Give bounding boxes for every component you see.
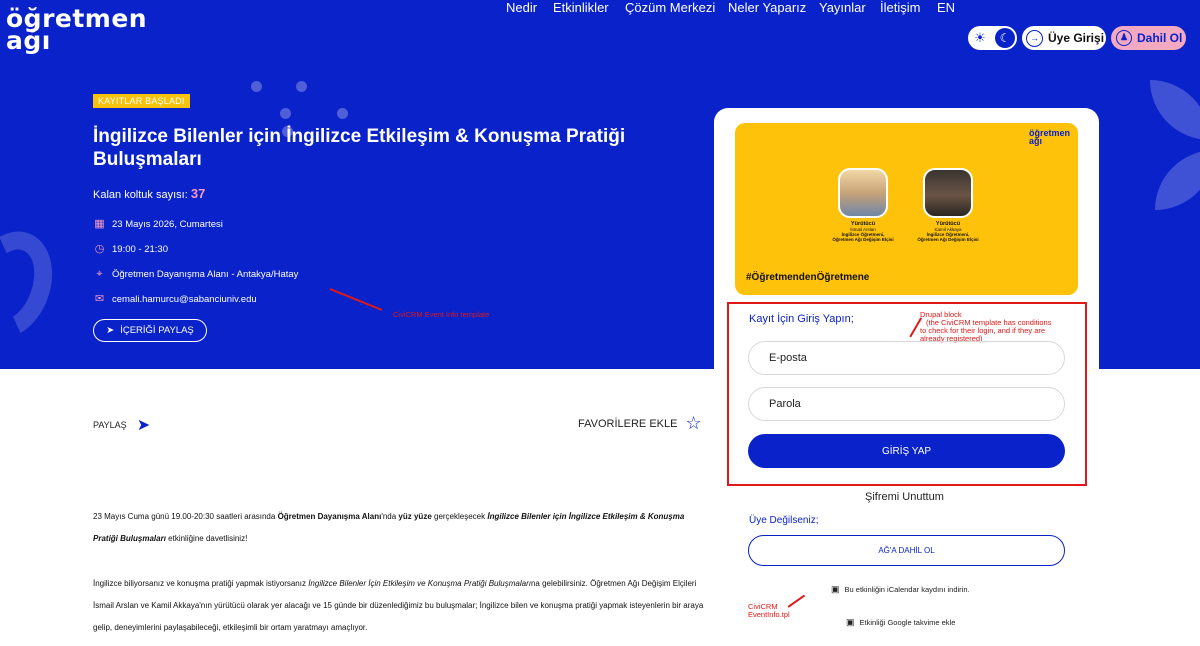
google-calendar-link[interactable]: ▣ Etkinliği Google takvime ekle [846,617,955,628]
decorative-dot [251,81,262,92]
login-button[interactable]: → Üye Girişi [1022,26,1106,50]
share-content-label: İÇERİĞİ PAYLAŞ [120,325,194,336]
moon-icon: ☾ [995,28,1015,48]
calendar-icon: ▣ [846,617,855,627]
share-row[interactable]: PAYLAŞ ➤ [93,415,150,435]
nav-item-etkinlikler[interactable]: Etkinlikler [553,0,609,15]
share-content-button[interactable]: ➤ İÇERİĞİ PAYLAŞ [93,319,207,342]
calendar-icon: ▣ [831,584,840,594]
desc-bold: yüz yüze [398,512,432,521]
person-title: Öğretmen Ağı Değişim Elçisi [917,237,979,242]
nav-item-iletisim[interactable]: İletişim [880,0,920,15]
sun-icon: ☀ [974,30,986,45]
desc-text: İngilizce biliyorsanız ve konuşma pratiğ… [93,579,309,588]
poster-logo-line-2: ağı [1028,136,1042,146]
event-time-text: 19:00 - 21:30 [112,244,168,255]
event-date: ▦ 23 Mayıs 2026, Cumartesi [93,218,223,231]
decorative-petal [1155,150,1200,210]
event-description-p2: İngilizce biliyorsanız ve konuşma pratiğ… [93,573,705,639]
logo-line-2: ağı [6,26,51,55]
event-poster: öğretmen ağı Yürütücü İsmail Arslan İngi… [735,123,1078,295]
location-icon: ⌖ [96,268,103,280]
event-date-text: 23 Mayıs 2026, Cumartesi [112,219,223,230]
desc-text: etkinliğine davetlisiniz! [165,534,248,543]
send-icon: ➤ [136,417,151,434]
poster-person: Yürütücü İsmail Arslan İngilizce Öğretme… [828,168,898,242]
event-email-text[interactable]: cemali.hamurcu@sabanciuniv.edu [112,294,257,305]
annotation-event-info: CiviCRM Event Info template [393,310,490,319]
clock-icon: ◷ [94,243,105,255]
desc-italic: İngilizce Bilenler İçin Etkileşim ve Kon… [308,579,531,588]
annotation-drupal-block: Drupal block (the CiviCRM template has c… [920,311,1051,343]
person-photo [838,168,888,218]
event-description-p1: 23 Mayıs Cuma günü 19.00-20:30 saatleri … [93,506,705,550]
event-location: ⌖ Öğretmen Dayanışma Alanı - Antakya/Hat… [93,268,298,281]
google-calendar-label: Etkinliği Google takvime ekle [859,618,956,627]
seats-value: 37 [190,186,206,201]
event-time: ◷ 19:00 - 21:30 [93,243,168,256]
annotation-eventinfo-tpl: CiviCRM EventInfo.tpl [748,603,790,619]
ical-download-link[interactable]: ▣ Bu etkinliğin iCalendar kaydını indiri… [831,584,970,595]
desc-text: 23 Mayıs Cuma günü 19.00-20:30 saatleri … [93,512,278,521]
password-field[interactable]: Parola [748,387,1065,421]
person-title: Öğretmen Ağı Değişim Elçisi [832,237,894,242]
nav-item-cozum-merkezi[interactable]: Çözüm Merkezi [625,0,715,15]
calendar-icon: ▦ [94,218,105,230]
desc-text: gerçekleşecek [431,512,488,521]
login-icon: → [1026,29,1043,47]
decorative-dot [296,81,307,92]
favorite-row[interactable]: FAVORİLERE EKLE ☆ [578,413,702,434]
annotation-line: EventInfo.tpl [748,610,790,619]
share-label: PAYLAŞ [93,420,127,430]
decorative-dot [337,108,348,119]
ical-download-label: Bu etkinliğin iCalendar kaydını indirin. [844,585,970,594]
join-network-button[interactable]: AĞ'A DAHİL OL [748,535,1065,566]
nav-item-neler-yapariz[interactable]: Neler Yaparız [728,0,806,15]
star-icon: ☆ [685,413,702,433]
email-field[interactable]: E-posta [748,341,1065,375]
event-email[interactable]: ✉ cemali.hamurcu@sabanciuniv.edu [93,293,257,306]
login-submit-button[interactable]: GİRİŞ YAP [748,434,1065,468]
decorative-petal [1150,80,1200,140]
nav-item-nedir[interactable]: Nedir [506,0,537,15]
poster-logo: öğretmen ağı [1028,129,1070,146]
not-member-label: Üye Değilseniz; [749,515,819,526]
favorite-label: FAVORİLERE EKLE [578,417,678,430]
login-button-label: Üye Girişi [1048,31,1105,45]
desc-text: 'nda [381,512,399,521]
remaining-seats: Kalan koltuk sayısı: 37 [93,186,205,201]
user-icon: ♟ [1116,30,1132,46]
person-photo [923,168,973,218]
nav-item-language[interactable]: EN [937,0,955,15]
site-logo[interactable]: öğretmen ağı [6,6,147,55]
decorative-dot [280,108,291,119]
poster-hashtag: #ÖğretmendenÖğretmene [746,272,870,283]
event-location-text: Öğretmen Dayanışma Alanı - Antakya/Hatay [112,269,299,280]
decorative-arc [0,219,67,351]
mail-icon: ✉ [94,293,105,305]
seats-label: Kalan koltuk sayısı: [93,189,188,201]
desc-bold: Öğretmen Dayanışma Alanı [277,512,382,521]
poster-person: Yürütücü Kamil Akkaya İngilizce Öğretmen… [913,168,983,242]
login-title: Kayıt İçin Giriş Yapın; [749,313,854,325]
send-icon: ➤ [106,325,115,336]
status-badge: KAYITLAR BAŞLADI [93,94,190,108]
join-button[interactable]: ♟ Dahil Ol [1111,26,1186,50]
forgot-password-link[interactable]: Şifremi Unuttum [865,491,944,503]
nav-item-yayinlar[interactable]: Yayınlar [819,0,866,15]
join-button-label: Dahil Ol [1137,31,1183,45]
theme-toggle[interactable]: ☀ ☾ [968,26,1017,50]
event-title: İngilizce Bilenler için İngilizce Etkile… [93,126,626,170]
